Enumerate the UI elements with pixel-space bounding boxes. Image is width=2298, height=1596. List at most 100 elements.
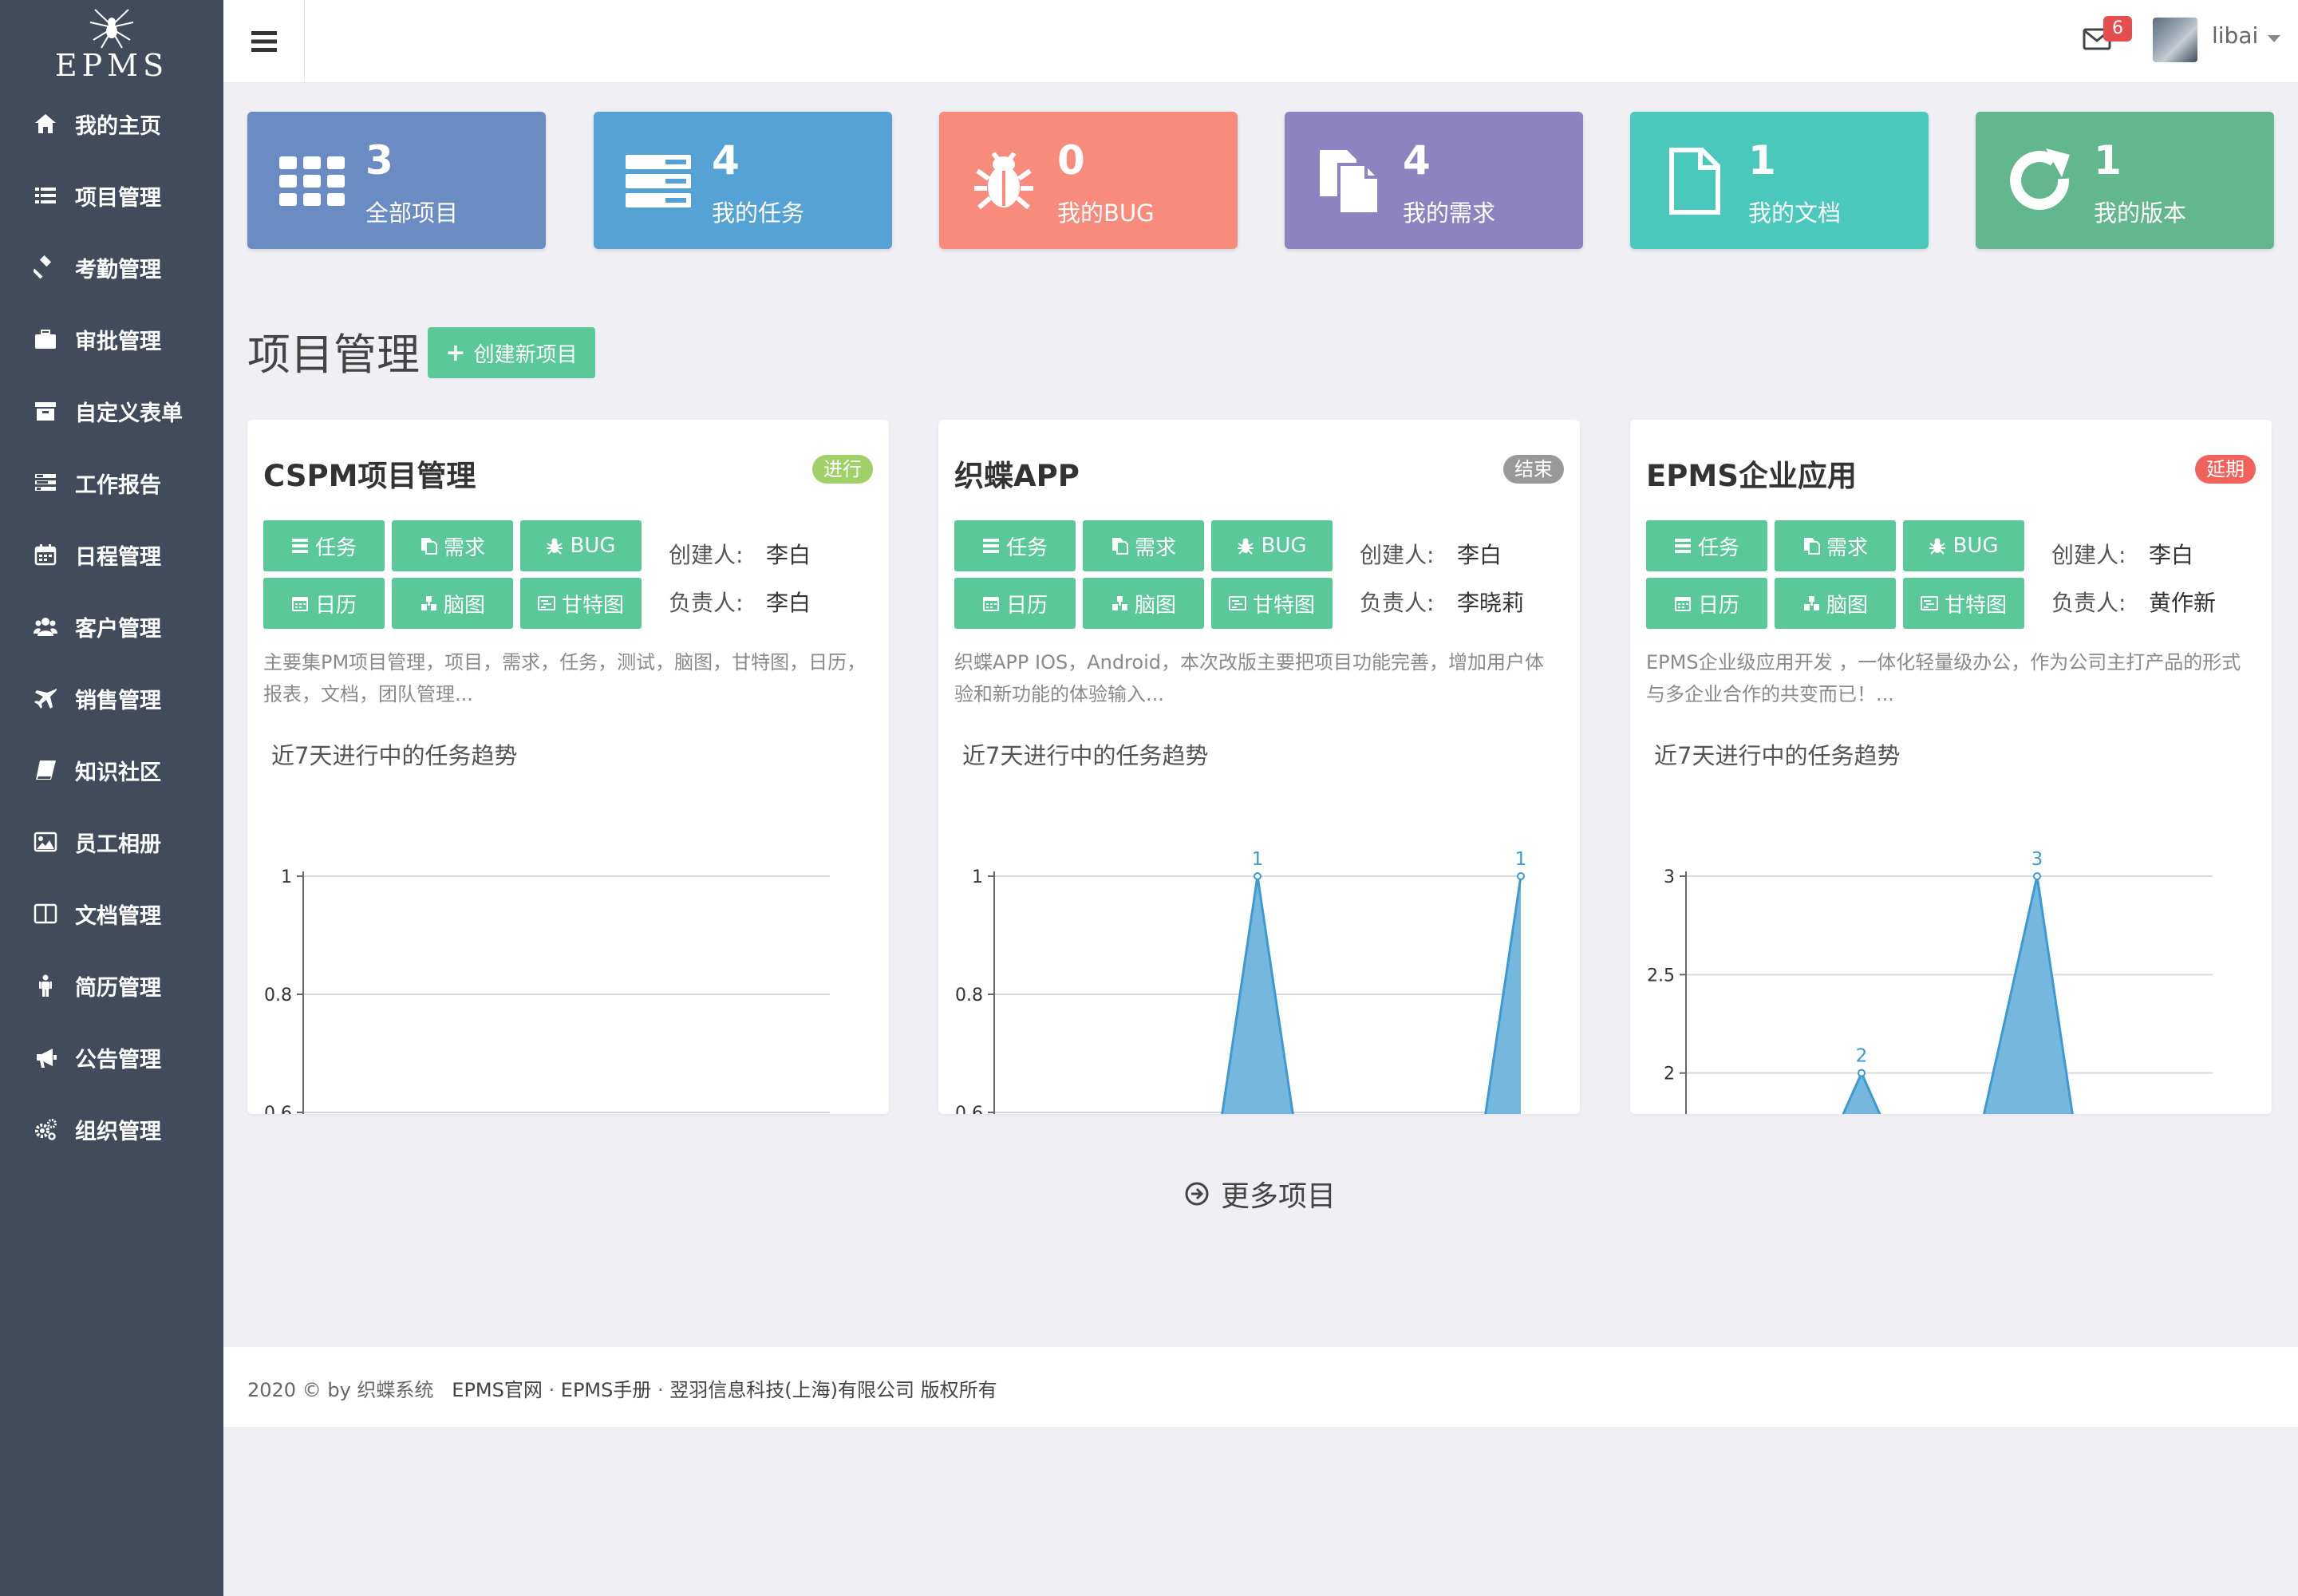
sidebar-item-label: 组织管理: [75, 1119, 161, 1144]
sidebar-item-archive[interactable]: 自定义表单: [0, 375, 223, 447]
owner-value: 李晓莉: [1457, 590, 1525, 616]
calendar-button[interactable]: 日历: [1646, 578, 1767, 629]
footer-company[interactable]: 翌羽信息科技(上海)有限公司 版权所有: [669, 1379, 997, 1401]
bug-icon: [547, 538, 563, 555]
sidebar-item-columns[interactable]: 文档管理: [0, 878, 223, 950]
stat-value: 0: [1057, 137, 1085, 184]
data-label: 3: [2031, 849, 2043, 870]
gantt-button[interactable]: 甘特图: [520, 578, 642, 629]
create-project-button[interactable]: + 创建新项目: [428, 327, 595, 378]
sidebar-item-male[interactable]: 简历管理: [0, 950, 223, 1021]
sidebar-item-label: 自定义表单: [75, 401, 183, 426]
calendar-button[interactable]: 日历: [954, 578, 1076, 629]
mindmap-button[interactable]: 脑图: [1083, 578, 1204, 629]
menu-toggle-button[interactable]: [223, 0, 305, 83]
y-tick-label: 0.8: [955, 986, 983, 1005]
sidebar-item-home[interactable]: 我的主页: [0, 88, 223, 160]
sidebar-item-label: 日程管理: [75, 544, 161, 570]
sidebar-item-label: 员工相册: [75, 832, 161, 857]
sidebar-item-book[interactable]: 知识社区: [0, 734, 223, 806]
footer-link-manual[interactable]: EPMS手册: [561, 1379, 652, 1401]
owner-label: 负责人:: [2051, 590, 2126, 616]
trend-title: 近7天进行中的任务趋势: [962, 742, 1209, 769]
creator-label: 创建人:: [669, 542, 744, 568]
y-tick-label: 3: [1664, 867, 1675, 887]
sidebar-item-gavel[interactable]: 考勤管理: [0, 231, 223, 303]
task-button[interactable]: 任务: [263, 520, 385, 571]
sidebar-item-users[interactable]: 客户管理: [0, 591, 223, 662]
sidebar-item-list[interactable]: 项目管理: [0, 160, 223, 231]
stat-card-bug[interactable]: 0 我的BUG: [939, 112, 1238, 249]
footer-link-official[interactable]: EPMS官网: [452, 1379, 543, 1401]
project-title[interactable]: EPMS企业应用: [1646, 452, 1857, 495]
project-title[interactable]: CSPM项目管理: [263, 452, 476, 495]
sidebar-item-bullhorn[interactable]: 公告管理: [0, 1021, 223, 1093]
caret-down-icon[interactable]: [2268, 35, 2280, 42]
more-projects-link[interactable]: 更多项目: [1184, 1173, 1336, 1215]
bullhorn-icon: [32, 1044, 59, 1071]
columns-icon: [32, 900, 59, 927]
book-icon: [32, 757, 59, 784]
mindmap-button[interactable]: 脑图: [1775, 578, 1896, 629]
y-tick-label: 0.6: [955, 1104, 983, 1114]
gantt-button[interactable]: 甘特图: [1903, 578, 2024, 629]
button-label: 需求: [1826, 535, 1868, 560]
stat-card-copy[interactable]: 4 我的需求: [1285, 112, 1583, 249]
sidebar-item-calendar[interactable]: 日程管理: [0, 519, 223, 591]
trend-title: 近7天进行中的任务趋势: [271, 742, 518, 769]
button-label: 日历: [314, 593, 357, 618]
sidebar-item-label: 销售管理: [75, 688, 161, 713]
project-title[interactable]: 织蝶APP: [954, 452, 1080, 495]
task-icon: [982, 539, 999, 553]
gantt-button[interactable]: 甘特图: [1211, 578, 1333, 629]
demand-button[interactable]: 需求: [392, 520, 513, 571]
sidebar-item-label: 项目管理: [75, 185, 161, 211]
logo[interactable]: EPMS: [0, 0, 223, 88]
creator-value: 李白: [1457, 542, 1502, 568]
y-tick-label: 2: [1664, 1065, 1675, 1084]
archive-icon: [32, 397, 59, 425]
bug-icon: [1929, 538, 1946, 555]
sidebar-item-picture[interactable]: 员工相册: [0, 806, 223, 878]
home-icon: [32, 110, 59, 137]
stat-card-grid[interactable]: 3 全部项目: [247, 112, 546, 249]
spider-logo-icon: [89, 9, 134, 49]
project-description: 主要集PM项目管理，项目，需求，任务，测试，脑图，甘特图，日历，报表，文档，团队…: [263, 651, 867, 705]
bug-button[interactable]: BUG: [1903, 520, 2024, 571]
calendar-button[interactable]: 日历: [263, 578, 385, 629]
stat-card-file[interactable]: 1 我的文档: [1630, 112, 1929, 249]
stat-value: 4: [1403, 137, 1431, 184]
status-badge: 延期: [2195, 455, 2256, 484]
sidebar-item-plane[interactable]: 销售管理: [0, 662, 223, 734]
demand-button[interactable]: 需求: [1083, 520, 1204, 571]
arrow-circle-right-icon: [1185, 1182, 1209, 1206]
gantt-icon: [1920, 596, 1938, 610]
demand-icon: [1803, 538, 1820, 555]
owner-value: 黄作新: [2149, 590, 2217, 616]
username[interactable]: libai: [2212, 22, 2258, 49]
mindmap-icon: [1803, 596, 1819, 610]
demand-button[interactable]: 需求: [1775, 520, 1896, 571]
sidebar-item-briefcase[interactable]: 审批管理: [0, 303, 223, 375]
button-label: 甘特图: [561, 593, 624, 618]
button-label: BUG: [570, 534, 616, 558]
stat-card-refresh[interactable]: 1 我的版本: [1976, 112, 2274, 249]
bug-button[interactable]: BUG: [520, 520, 642, 571]
stat-card-server[interactable]: 4 我的任务: [594, 112, 892, 249]
project-card: EPMS企业应用 延期 任务 需求 BUG 日历 脑图 甘特图 创建人: 李白 负责人: 黄作新 EPM…: [1630, 420, 2272, 1114]
sidebar-item-tasks[interactable]: 工作报告: [0, 447, 223, 519]
footer-text: 2020 © by 织蝶系统 EPMS官网 · EPMS手册 · 翌羽信息科技(…: [247, 1374, 997, 1402]
data-label: 2: [1856, 1046, 1868, 1067]
task-button[interactable]: 任务: [954, 520, 1076, 571]
user-avatar[interactable]: [2153, 18, 2197, 62]
mindmap-button[interactable]: 脑图: [392, 578, 513, 629]
logo-text: EPMS: [54, 48, 169, 83]
task-button[interactable]: 任务: [1646, 520, 1767, 571]
stat-value: 1: [1748, 137, 1776, 184]
sidebar-item-cogs[interactable]: 组织管理: [0, 1093, 223, 1165]
refresh-icon: [2006, 147, 2075, 215]
y-tick-label: 0.6: [264, 1104, 292, 1114]
creator-value: 李白: [2149, 542, 2194, 568]
more-projects-label: 更多项目: [1221, 1180, 1337, 1213]
bug-button[interactable]: BUG: [1211, 520, 1333, 571]
